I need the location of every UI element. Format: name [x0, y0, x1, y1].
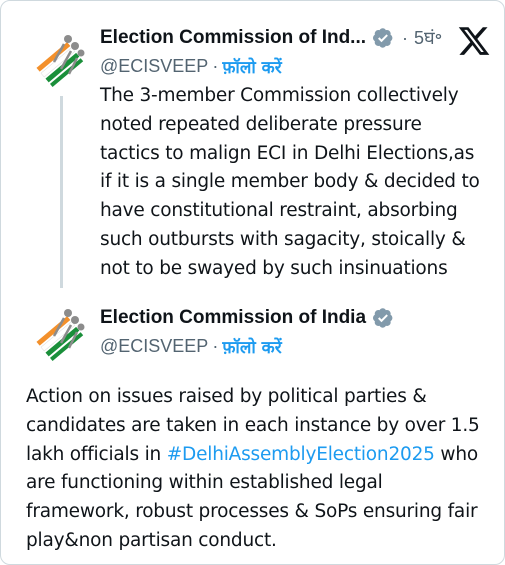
tweet2-name-row: Election Commission of India — [100, 304, 394, 332]
body-line: play&non partisan conduct. — [26, 529, 277, 551]
follow-button[interactable]: फ़ॉलो करें — [222, 55, 281, 78]
separator-dot: · — [212, 55, 219, 76]
tweet1-name-row: Election Commission of Ind... · 5घं॰ — [100, 24, 442, 52]
hashtag-link[interactable]: #DelhiAssemblyElection2025 — [167, 444, 435, 465]
separator-dot: · — [402, 27, 409, 48]
body-line: The 3-member Commission collectively — [100, 85, 459, 106]
body-line: have constitutional restraint, absorbing — [100, 200, 458, 222]
verified-badge-icon — [372, 27, 394, 49]
body-line: are functioning within established legal — [26, 472, 383, 494]
follow-button[interactable]: फ़ॉलो करें — [222, 335, 281, 358]
eci-logo-icon — [25, 297, 93, 365]
avatar-eci[interactable] — [24, 296, 94, 366]
display-name[interactable]: Election Commission of India — [100, 307, 366, 329]
body-line: if it is a single member body & decided … — [100, 171, 480, 193]
body-line: lakh officials in #DelhiAssemblyElection… — [26, 441, 500, 470]
body-line: candidates are taken in each instance by… — [26, 414, 480, 436]
tweet1-handle-row: @ECISVEEP · फ़ॉलो करें — [100, 53, 282, 79]
thread-connector — [60, 96, 63, 288]
body-text-segment: who — [434, 443, 479, 465]
avatar-eci[interactable] — [24, 22, 94, 92]
body-line: tactics to malign ECI in Delhi Elections… — [100, 142, 475, 164]
tweet-thread: Election Commission of Ind... · 5घं॰ @EC… — [0, 0, 505, 565]
body-line: not to be swayed by such insinuations — [100, 257, 448, 279]
eci-logo-icon — [25, 23, 93, 91]
x-logo-icon[interactable] — [455, 24, 493, 58]
body-line: such outbursts with sagacity, stoically … — [100, 228, 466, 250]
body-line: framework, robust processes & SoPs ensur… — [26, 501, 478, 523]
body-line: Action on issues raised by political par… — [26, 386, 427, 407]
tweet1-body: The 3-member Commission collectively not… — [100, 82, 500, 284]
body-text-segment: lakh officials in — [26, 443, 167, 465]
timestamp[interactable]: 5घं॰ — [414, 26, 442, 50]
handle[interactable]: @ECISVEEP — [100, 56, 208, 77]
separator-dot: · — [212, 335, 219, 356]
verified-badge-icon — [372, 307, 394, 329]
display-name[interactable]: Election Commission of Ind... — [100, 27, 366, 49]
tweet2-handle-row: @ECISVEEP · फ़ॉलो करें — [100, 333, 282, 359]
tweet2-body: Action on issues raised by political par… — [26, 383, 500, 556]
handle[interactable]: @ECISVEEP — [100, 336, 208, 357]
body-line: noted repeated deliberate pressure — [100, 113, 422, 135]
